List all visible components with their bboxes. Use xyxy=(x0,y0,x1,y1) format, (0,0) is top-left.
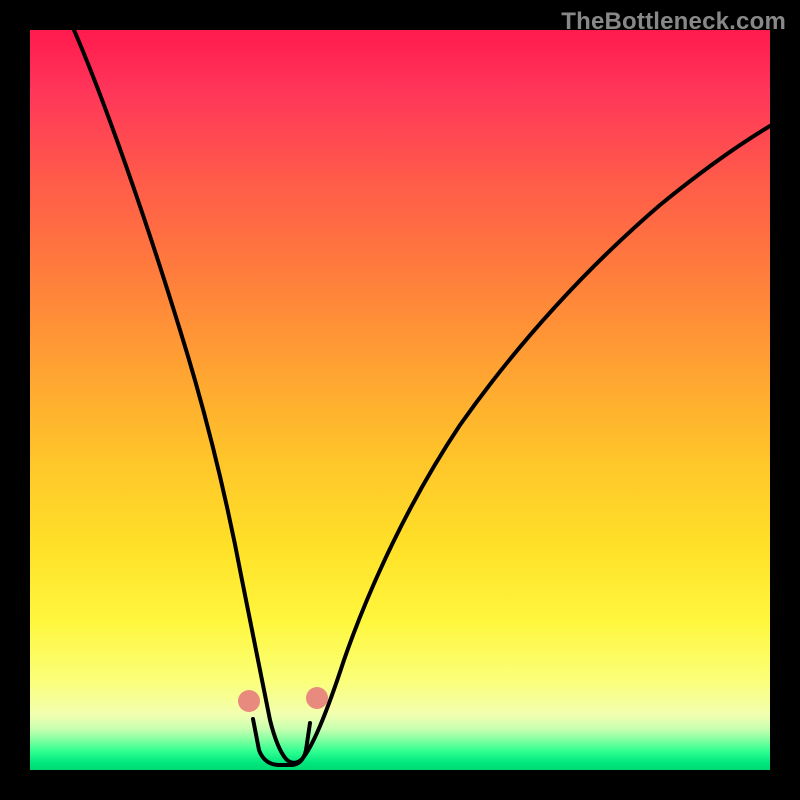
plot-area xyxy=(30,30,770,770)
optimal-point-right xyxy=(306,687,328,709)
optimal-range-marker xyxy=(253,719,310,765)
chart-frame: TheBottleneck.com xyxy=(0,0,800,800)
optimal-point-left xyxy=(238,690,260,712)
bottleneck-curve xyxy=(30,30,770,770)
curve-path xyxy=(74,30,770,763)
